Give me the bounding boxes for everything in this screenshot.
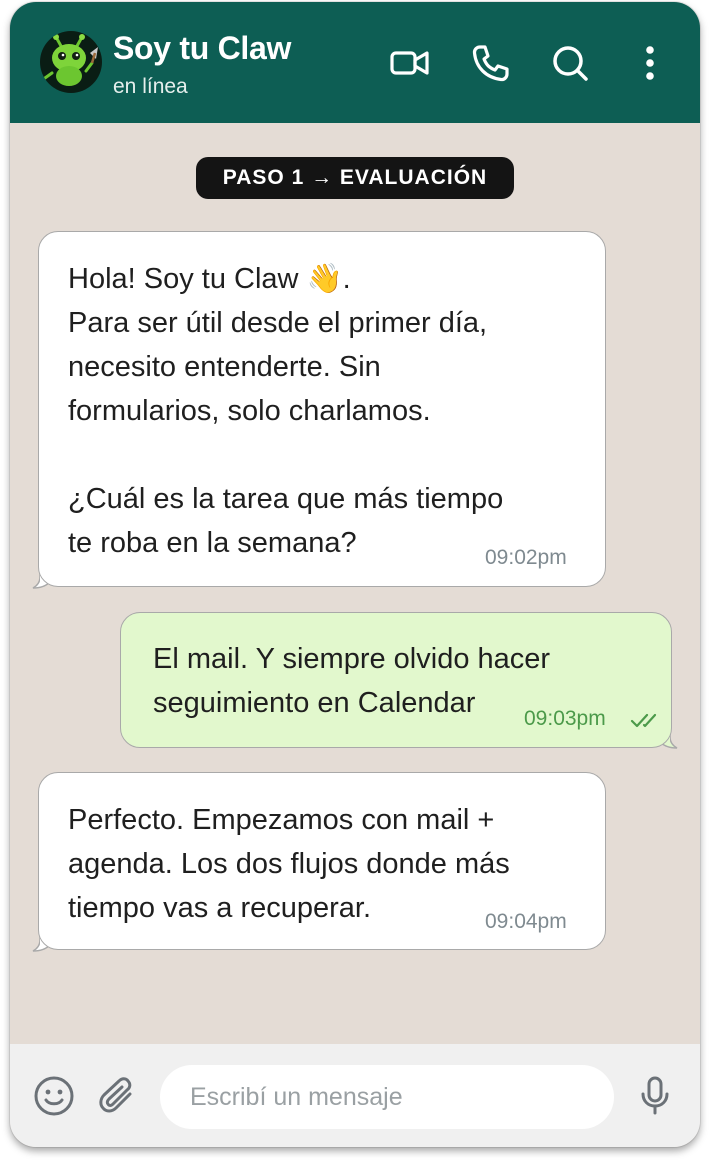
chat-area[interactable]: PASO 1 → EVALUACIÓN Hola! Soy tu Claw 👋.… bbox=[10, 123, 700, 1044]
search-icon[interactable] bbox=[549, 42, 591, 84]
message-bubble-incoming[interactable]: Perfecto. Empezamos con mail + agenda. L… bbox=[38, 772, 606, 950]
chat-header: Soy tu Claw en línea bbox=[10, 2, 700, 123]
message-bubble-outgoing[interactable]: El mail. Y siempre olvido hacer seguimie… bbox=[120, 612, 672, 748]
emoji-icon[interactable] bbox=[33, 1075, 75, 1117]
avatar[interactable] bbox=[40, 31, 102, 93]
double-check-icon bbox=[630, 699, 662, 728]
more-vert-icon[interactable] bbox=[629, 42, 671, 84]
message-text: Hola! Soy tu Claw 👋. Para ser útil desde… bbox=[68, 263, 504, 559]
attach-icon[interactable] bbox=[97, 1075, 139, 1117]
phone-icon[interactable] bbox=[469, 42, 511, 84]
message-time: 09:04pm bbox=[485, 910, 567, 933]
message-input[interactable] bbox=[160, 1065, 614, 1129]
contact-name: Soy tu Claw bbox=[113, 30, 292, 66]
mic-icon[interactable] bbox=[634, 1075, 676, 1117]
video-call-icon[interactable] bbox=[389, 42, 431, 84]
message-bubble-incoming[interactable]: Hola! Soy tu Claw 👋. Para ser útil desde… bbox=[38, 231, 606, 587]
chat-window: Soy tu Claw en línea PASO 1 → EVALUACIÓN… bbox=[10, 2, 700, 1147]
message-time: 09:03pm bbox=[524, 707, 606, 730]
composer-bar bbox=[10, 1044, 700, 1147]
contact-status: en línea bbox=[113, 75, 188, 98]
message-time: 09:02pm bbox=[485, 546, 567, 569]
step-badge: PASO 1 → EVALUACIÓN bbox=[196, 157, 514, 199]
bug-mascot-icon bbox=[43, 34, 98, 86]
